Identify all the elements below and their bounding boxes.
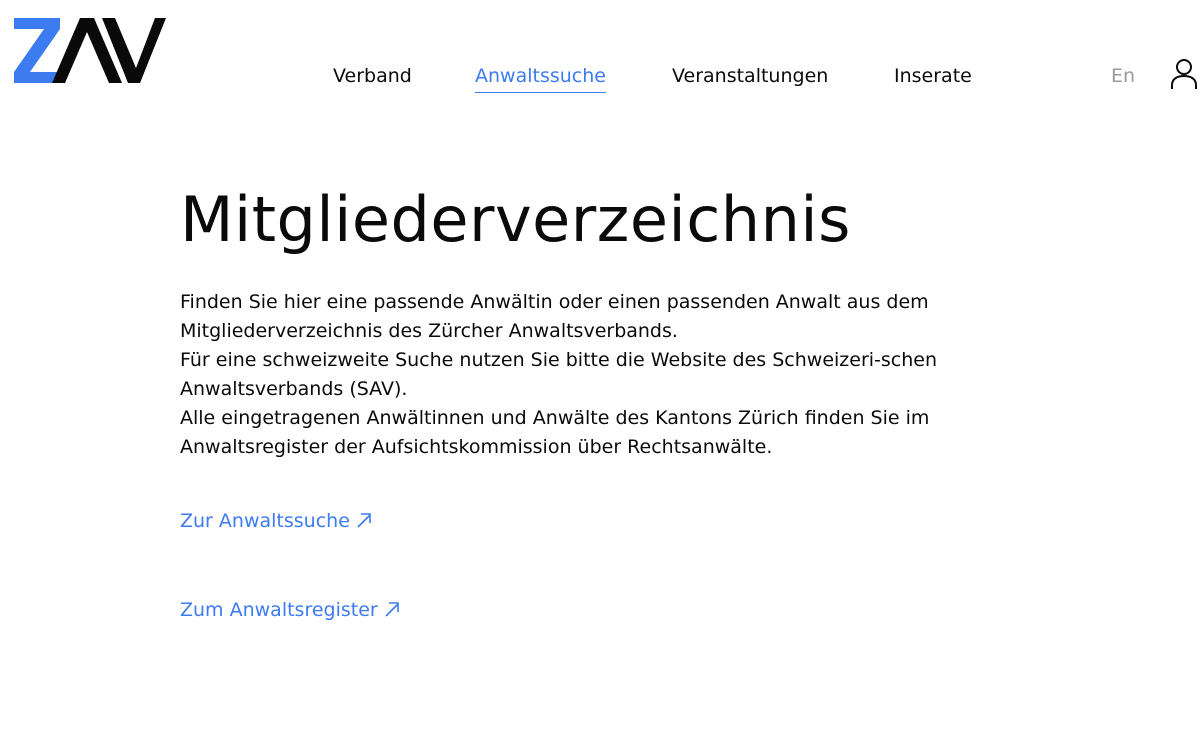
- intro-paragraph: Alle eingetragenen Anwältinnen und Anwäl…: [180, 407, 930, 458]
- external-arrow-icon: [384, 597, 400, 625]
- link-label: Zur Anwaltssuche: [180, 510, 350, 532]
- zav-logo-mark: [14, 18, 166, 83]
- external-arrow-icon: [356, 508, 372, 536]
- nav-item-inserate[interactable]: Inserate: [894, 62, 972, 90]
- intro-text: Finden Sie hier eine passende Anwältin o…: [180, 288, 980, 462]
- nav-item-anwaltssuche[interactable]: Anwaltssuche: [475, 62, 606, 93]
- page: Verband Anwaltssuche Veranstaltungen Ins…: [0, 0, 1200, 750]
- nav-item-veranstaltungen[interactable]: Veranstaltungen: [672, 62, 828, 90]
- link-anwaltsregister[interactable]: Zum Anwaltsregister: [180, 596, 400, 625]
- link-anwaltssuche[interactable]: Zur Anwaltssuche: [180, 507, 372, 536]
- link-label: Zum Anwaltsregister: [180, 599, 378, 621]
- user-icon[interactable]: [1170, 58, 1198, 90]
- language-switch[interactable]: En: [1111, 62, 1135, 90]
- main-content: Mitgliederverzeichnis Finden Sie hier ei…: [180, 180, 980, 621]
- page-title: Mitgliederverzeichnis: [180, 183, 851, 256]
- zav-logo[interactable]: [14, 18, 166, 84]
- nav-item-verband[interactable]: Verband: [333, 62, 412, 90]
- user-icon-glyph: [1171, 59, 1197, 89]
- intro-paragraph: Für eine schweizweite Suche nutzen Sie b…: [180, 349, 938, 400]
- intro-paragraph: Finden Sie hier eine passende Anwältin o…: [180, 291, 929, 342]
